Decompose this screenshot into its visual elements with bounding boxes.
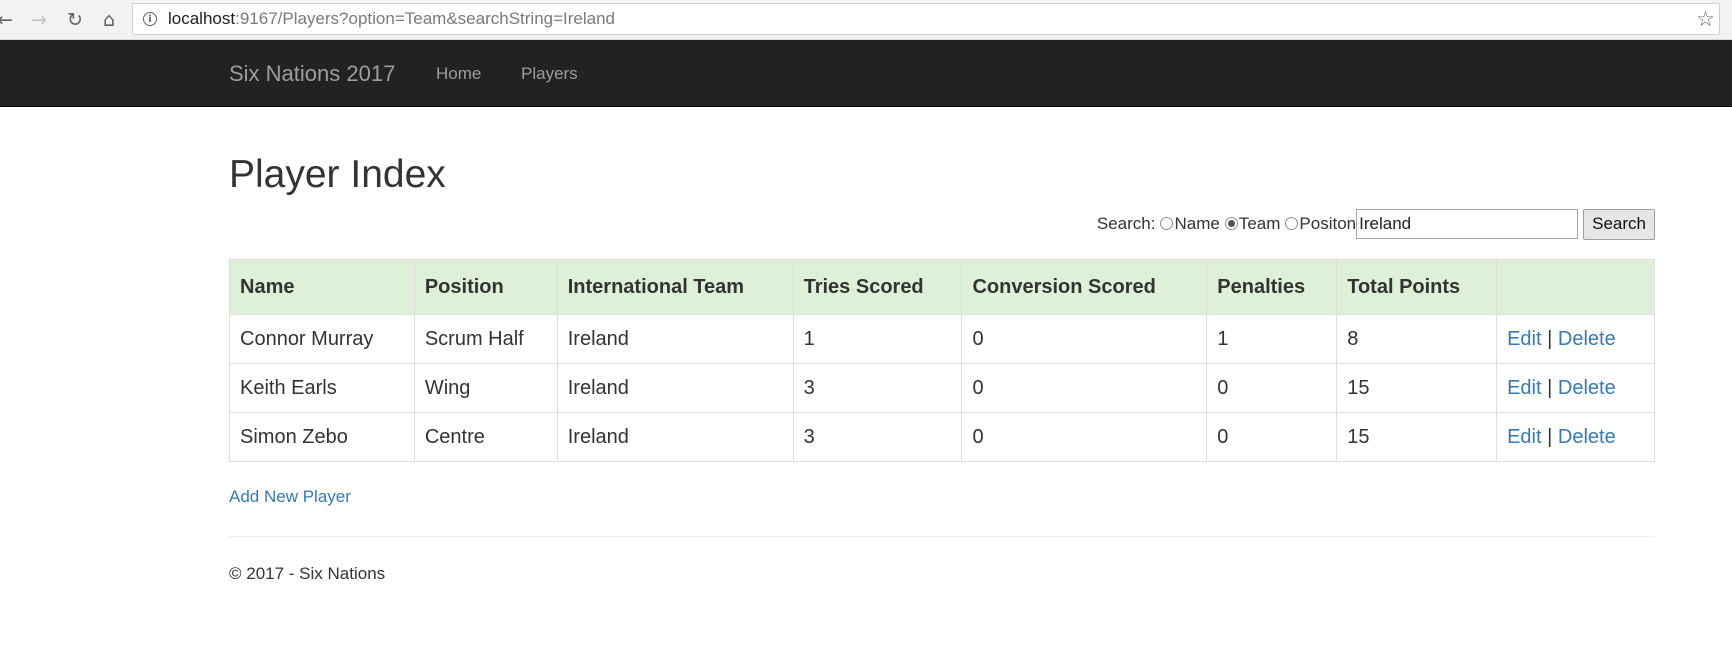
cell-total-points: 8 <box>1336 314 1498 364</box>
home-icon[interactable]: ⌂ <box>98 9 120 31</box>
nav-link-home[interactable]: Home <box>436 40 481 107</box>
cell-team: Ireland <box>556 314 794 364</box>
players-table: Name Position International Team Tries S… <box>229 259 1655 462</box>
forward-arrow-icon[interactable]: → <box>28 9 50 31</box>
page-title: Player Index <box>229 153 446 196</box>
address-bar[interactable]: i localhost:9167/Players?option=Team&sea… <box>132 3 1720 35</box>
table-header-row: Name Position International Team Tries S… <box>229 259 1655 315</box>
search-button[interactable]: Search <box>1583 208 1655 240</box>
cell-penalties: 0 <box>1206 363 1338 413</box>
cell-tries: 3 <box>792 363 963 413</box>
brand-link[interactable]: Six Nations 2017 <box>229 40 395 107</box>
column-header: Conversion Scored <box>961 259 1208 315</box>
cell-position: Scrum Half <box>413 314 558 364</box>
radio-name-label[interactable]: Name <box>1174 214 1219 234</box>
cell-total-points: 15 <box>1336 412 1498 462</box>
footer-text: © 2017 - Six Nations <box>229 564 386 583</box>
add-new-player-link[interactable]: Add New Player <box>229 487 351 507</box>
search-form: Search: Name Team Positon Search <box>1097 208 1655 240</box>
cell-tries: 1 <box>792 314 963 364</box>
star-icon[interactable]: ☆ <box>1696 7 1715 31</box>
edit-link[interactable]: Edit <box>1507 426 1541 448</box>
cell-tries: 3 <box>792 412 963 462</box>
back-arrow-icon[interactable]: ← <box>0 9 16 31</box>
cell-actions: Edit | Delete <box>1496 412 1655 462</box>
cell-conversions: 0 <box>961 363 1208 413</box>
radio-team[interactable] <box>1224 216 1238 230</box>
cell-conversions: 0 <box>961 314 1208 364</box>
cell-team: Ireland <box>556 412 794 462</box>
app-navbar: Six Nations 2017 Home Players <box>0 40 1732 107</box>
column-header: Tries Scored <box>792 259 963 315</box>
cell-penalties: 1 <box>1206 314 1338 364</box>
cell-total-points: 15 <box>1336 363 1498 413</box>
column-header: International Team <box>556 259 794 315</box>
cell-actions: Edit | Delete <box>1496 363 1655 413</box>
column-header <box>1496 259 1655 315</box>
column-header: Name <box>229 259 415 315</box>
cell-position: Wing <box>413 363 558 413</box>
cell-conversions: 0 <box>961 412 1208 462</box>
edit-link[interactable]: Edit <box>1507 377 1541 399</box>
table-row: Connor Murray Scrum Half Ireland 1 0 1 8… <box>229 314 1655 364</box>
url-path: :9167/Players?option=Team&searchString=I… <box>235 9 616 28</box>
cell-name: Keith Earls <box>229 363 415 413</box>
delete-link[interactable]: Delete <box>1558 426 1616 448</box>
cell-penalties: 0 <box>1206 412 1338 462</box>
info-icon[interactable]: i <box>143 12 157 26</box>
column-header: Position <box>413 259 558 315</box>
action-separator: | <box>1547 327 1553 350</box>
cell-position: Centre <box>413 412 558 462</box>
url-host: localhost <box>168 9 236 28</box>
cell-actions: Edit | Delete <box>1496 314 1655 364</box>
radio-position-label[interactable]: Positon <box>1299 214 1356 234</box>
search-input[interactable] <box>1356 209 1579 239</box>
browser-toolbar: ← → ↻ ⌂ i localhost:9167/Players?option=… <box>0 0 1732 40</box>
reload-icon[interactable]: ↻ <box>64 9 86 31</box>
cell-name: Simon Zebo <box>229 412 415 462</box>
cell-name: Connor Murray <box>229 314 415 364</box>
radio-name[interactable] <box>1160 216 1174 230</box>
edit-link[interactable]: Edit <box>1507 328 1541 350</box>
footer-divider <box>229 536 1655 537</box>
table-row: Simon Zebo Centre Ireland 3 0 0 15 Edit … <box>229 412 1655 462</box>
column-header: Penalties <box>1206 259 1338 315</box>
table-row: Keith Earls Wing Ireland 3 0 0 15 Edit |… <box>229 363 1655 413</box>
search-label: Search: <box>1096 214 1156 233</box>
radio-position[interactable] <box>1285 216 1299 230</box>
cell-team: Ireland <box>556 363 794 413</box>
column-header: Total Points <box>1336 259 1498 315</box>
action-separator: | <box>1547 376 1553 399</box>
delete-link[interactable]: Delete <box>1558 328 1616 350</box>
action-separator: | <box>1547 425 1553 448</box>
radio-team-label[interactable]: Team <box>1239 214 1281 234</box>
nav-link-players[interactable]: Players <box>521 40 578 107</box>
url-text[interactable]: localhost:9167/Players?option=Team&searc… <box>168 9 615 29</box>
delete-link[interactable]: Delete <box>1558 377 1616 399</box>
